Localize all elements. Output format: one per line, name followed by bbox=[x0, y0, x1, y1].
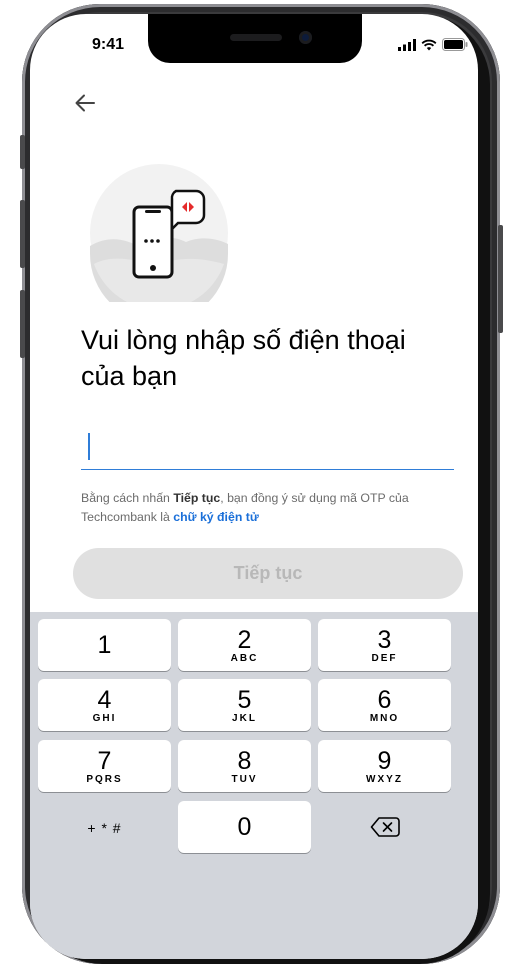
key-4[interactable]: 4 GHI bbox=[38, 679, 171, 731]
key-5[interactable]: 5 JKL bbox=[178, 679, 311, 731]
key-8-digit: 8 bbox=[237, 747, 252, 775]
volume-down-button bbox=[20, 290, 25, 358]
key-symbols-label: + * # bbox=[87, 820, 122, 836]
delete-key[interactable] bbox=[318, 801, 451, 853]
key-5-letters: JKL bbox=[232, 713, 257, 724]
key-symbols[interactable]: + * # bbox=[38, 801, 171, 853]
mute-switch bbox=[20, 135, 25, 169]
key-5-digit: 5 bbox=[237, 686, 252, 714]
key-9[interactable]: 9 WXYZ bbox=[318, 740, 451, 792]
notch bbox=[148, 14, 362, 63]
key-2[interactable]: 2 ABC bbox=[178, 619, 311, 671]
status-icons bbox=[398, 38, 468, 51]
numeric-keypad: 1 2 ABC 3 DEF 4 GHI 5 JKL 6 MNO 7 PQRS 8 TUV 9W… bbox=[30, 612, 478, 959]
key-7-letters: PQRS bbox=[86, 774, 123, 785]
battery-icon bbox=[442, 38, 468, 51]
key-7-digit: 7 bbox=[97, 747, 112, 775]
wifi-icon bbox=[421, 39, 437, 50]
key-4-letters: GHI bbox=[92, 713, 117, 724]
e-signature-link[interactable]: chữ ký điện tử bbox=[173, 510, 258, 524]
phone-number-input[interactable] bbox=[81, 429, 460, 467]
key-8[interactable]: 8 TUV bbox=[178, 740, 311, 792]
key-6-letters: MNO bbox=[369, 713, 400, 724]
app-screen: 9:41 Vui lòng nhập số điện thoại của bạn… bbox=[30, 14, 478, 959]
key-9-letters: WXYZ bbox=[366, 774, 403, 785]
speaker-grille bbox=[230, 34, 282, 41]
key-1-digit: 1 bbox=[97, 631, 112, 659]
terms-text: Bằng cách nhấn Tiếp tục, bạn đồng ý sử d… bbox=[81, 489, 426, 527]
phone-otp-illustration bbox=[90, 164, 228, 302]
key-0-digit: 0 bbox=[237, 813, 252, 841]
terms-text-bold: Tiếp tục bbox=[173, 491, 221, 505]
key-0[interactable]: 0 bbox=[178, 801, 311, 853]
input-underline bbox=[81, 469, 454, 470]
key-1[interactable]: 1 bbox=[38, 619, 171, 671]
continue-button[interactable]: Tiếp tục bbox=[73, 548, 463, 599]
page-title: Vui lòng nhập số điện thoại của bạn bbox=[81, 325, 406, 391]
volume-up-button bbox=[20, 200, 25, 268]
key-6[interactable]: 6 MNO bbox=[318, 679, 451, 731]
backspace-icon bbox=[370, 817, 400, 837]
key-2-letters: ABC bbox=[230, 653, 259, 664]
cellular-signal-icon bbox=[398, 38, 416, 51]
back-arrow-icon[interactable] bbox=[72, 90, 98, 116]
power-button bbox=[498, 225, 503, 333]
key-8-letters: TUV bbox=[231, 774, 258, 785]
key-3-letters: DEF bbox=[371, 653, 398, 664]
text-cursor bbox=[88, 433, 90, 460]
status-time: 9:41 bbox=[92, 36, 125, 53]
key-9-digit: 9 bbox=[377, 747, 392, 775]
terms-text-part1: Bằng cách nhấn bbox=[81, 491, 174, 505]
key-4-digit: 4 bbox=[97, 686, 112, 714]
front-camera bbox=[299, 31, 312, 44]
key-7[interactable]: 7 PQRS bbox=[38, 740, 171, 792]
key-2-digit: 2 bbox=[237, 626, 252, 654]
key-6-digit: 6 bbox=[377, 686, 392, 714]
key-3-digit: 3 bbox=[377, 626, 392, 654]
key-3[interactable]: 3 DEF bbox=[318, 619, 451, 671]
